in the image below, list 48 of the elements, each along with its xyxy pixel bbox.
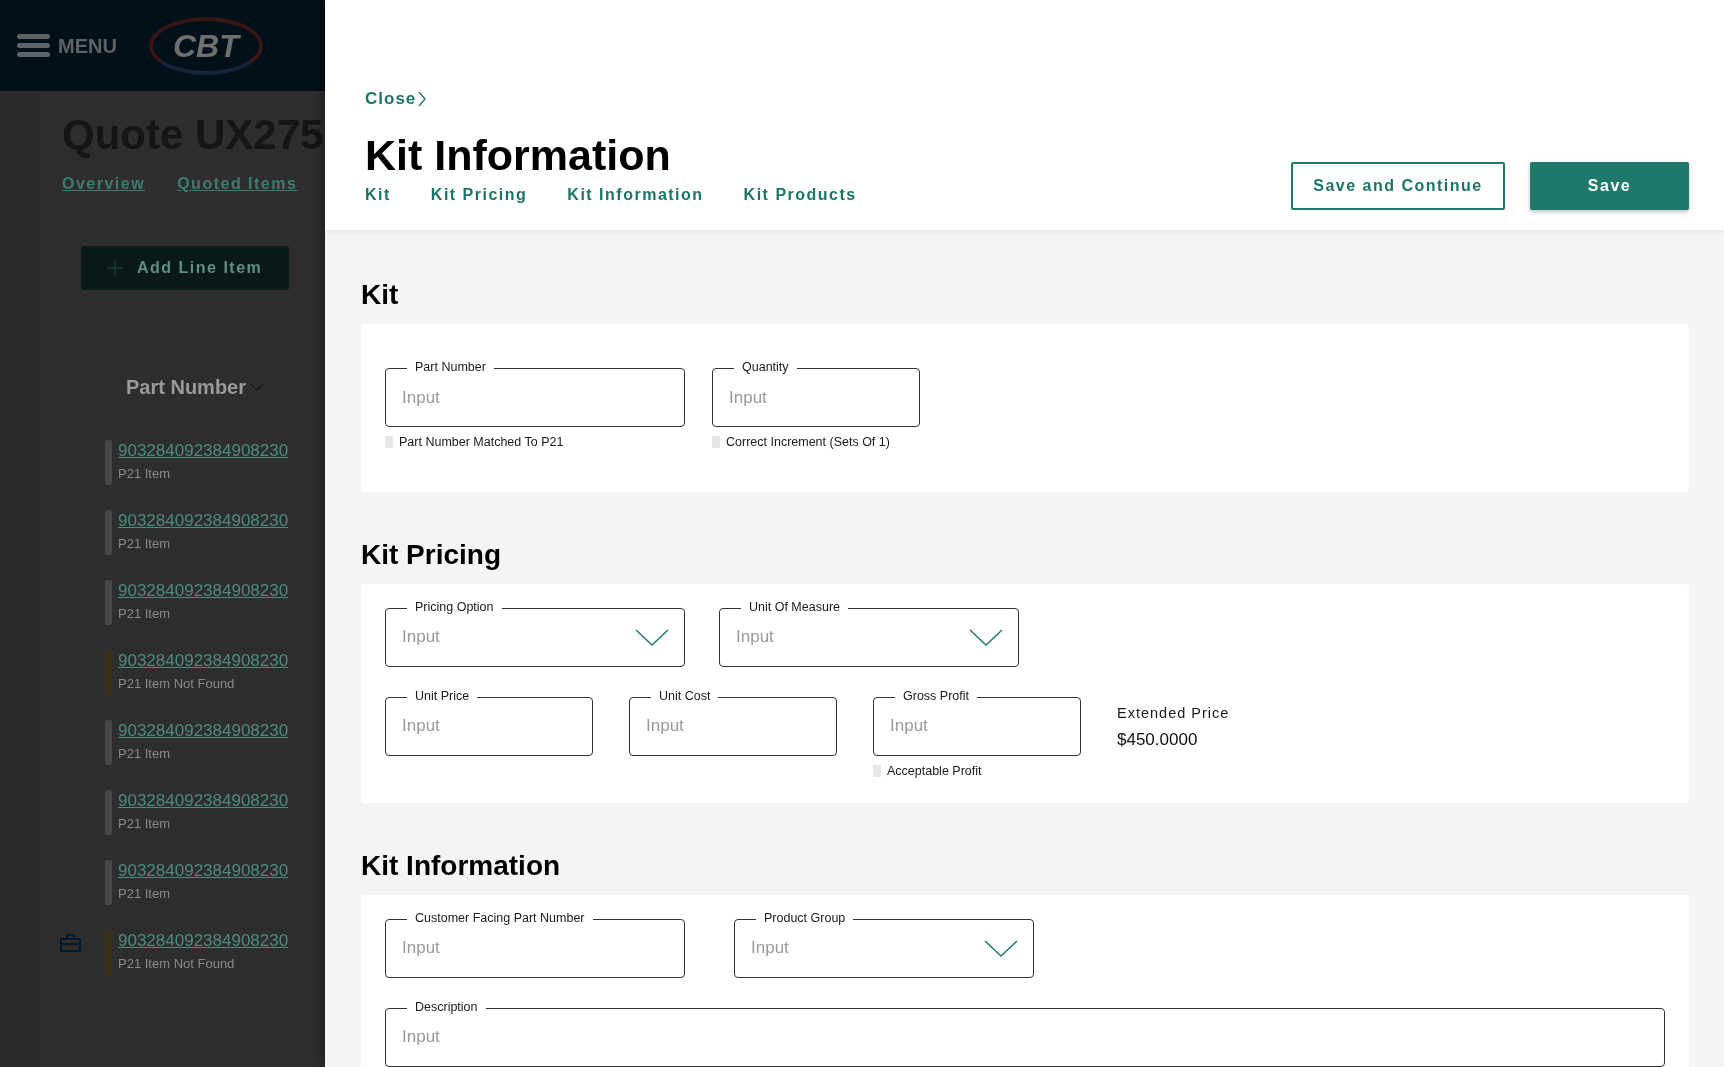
part-number-link[interactable]: 903284092384908230 [118,510,289,532]
part-number-link[interactable]: 903284092384908230 [118,650,289,672]
item-status: P21 Item [118,465,172,483]
chevron-down-icon[interactable] [635,628,669,646]
tab[interactable]: Overview [62,172,146,196]
add-line-item-button[interactable]: Add Line Item [81,246,289,290]
checkbox[interactable] [712,436,720,449]
checkbox[interactable] [385,436,393,449]
section-title: Kit Pricing [361,537,502,572]
part-number-link[interactable]: 903284092384908230 [118,930,289,952]
part-number-link[interactable]: 903284092384908230 [118,440,289,462]
plus-icon [107,260,123,276]
part-number-link[interactable]: 903284092384908230 [118,580,289,602]
column-header[interactable]: Part Number [126,372,247,402]
item-status: P21 Item Not Found [118,675,236,693]
checkbox[interactable] [873,765,881,778]
section-title: Kit Information [361,848,562,883]
logo: CBT [148,16,263,75]
field-label: Quantity [734,359,797,375]
menu-button[interactable]: MENU [17,30,117,61]
readout-label: Extended Price [1117,703,1231,723]
tab[interactable]: Kit [365,182,391,211]
checkbox-label: Part Number Matched To P21 [399,434,564,451]
checkbox-label: Acceptable Profit [887,762,982,780]
readout-value: $450.0000 [1117,728,1199,751]
tab[interactable]: Kit Information [567,182,704,211]
save-button[interactable]: Save [1530,162,1689,210]
item-status: P21 Item Not Found [118,955,236,973]
close-link[interactable]: Close [365,86,427,112]
part-number-link[interactable]: 903284092384908230 [118,860,289,882]
item-status: P21 Item [118,815,172,833]
item-status: P21 Item [118,745,172,763]
tab[interactable]: Kit Pricing [430,182,528,211]
checkbox-label: Correct Increment (Sets Of 1) [726,434,890,451]
chevron-right-icon [418,90,427,107]
chevron-down-icon[interactable] [969,628,1003,646]
part-number-link[interactable]: 903284092384908230 [118,790,289,812]
item-status: P21 Item [118,535,172,553]
tab[interactable]: Kit Products [743,182,857,211]
part-number-link[interactable]: 903284092384908230 [118,720,289,742]
section-title: Kit [361,278,400,312]
drawer-title: Kit Information [365,131,672,179]
chevron-down-icon[interactable] [984,939,1018,957]
item-status: P21 Item [118,885,172,903]
tab[interactable]: Quoted Items [177,172,298,196]
save-and-continue-button[interactable]: Save and Continue [1291,162,1505,210]
item-status: P21 Item [118,605,172,623]
menu-icon [17,34,50,57]
